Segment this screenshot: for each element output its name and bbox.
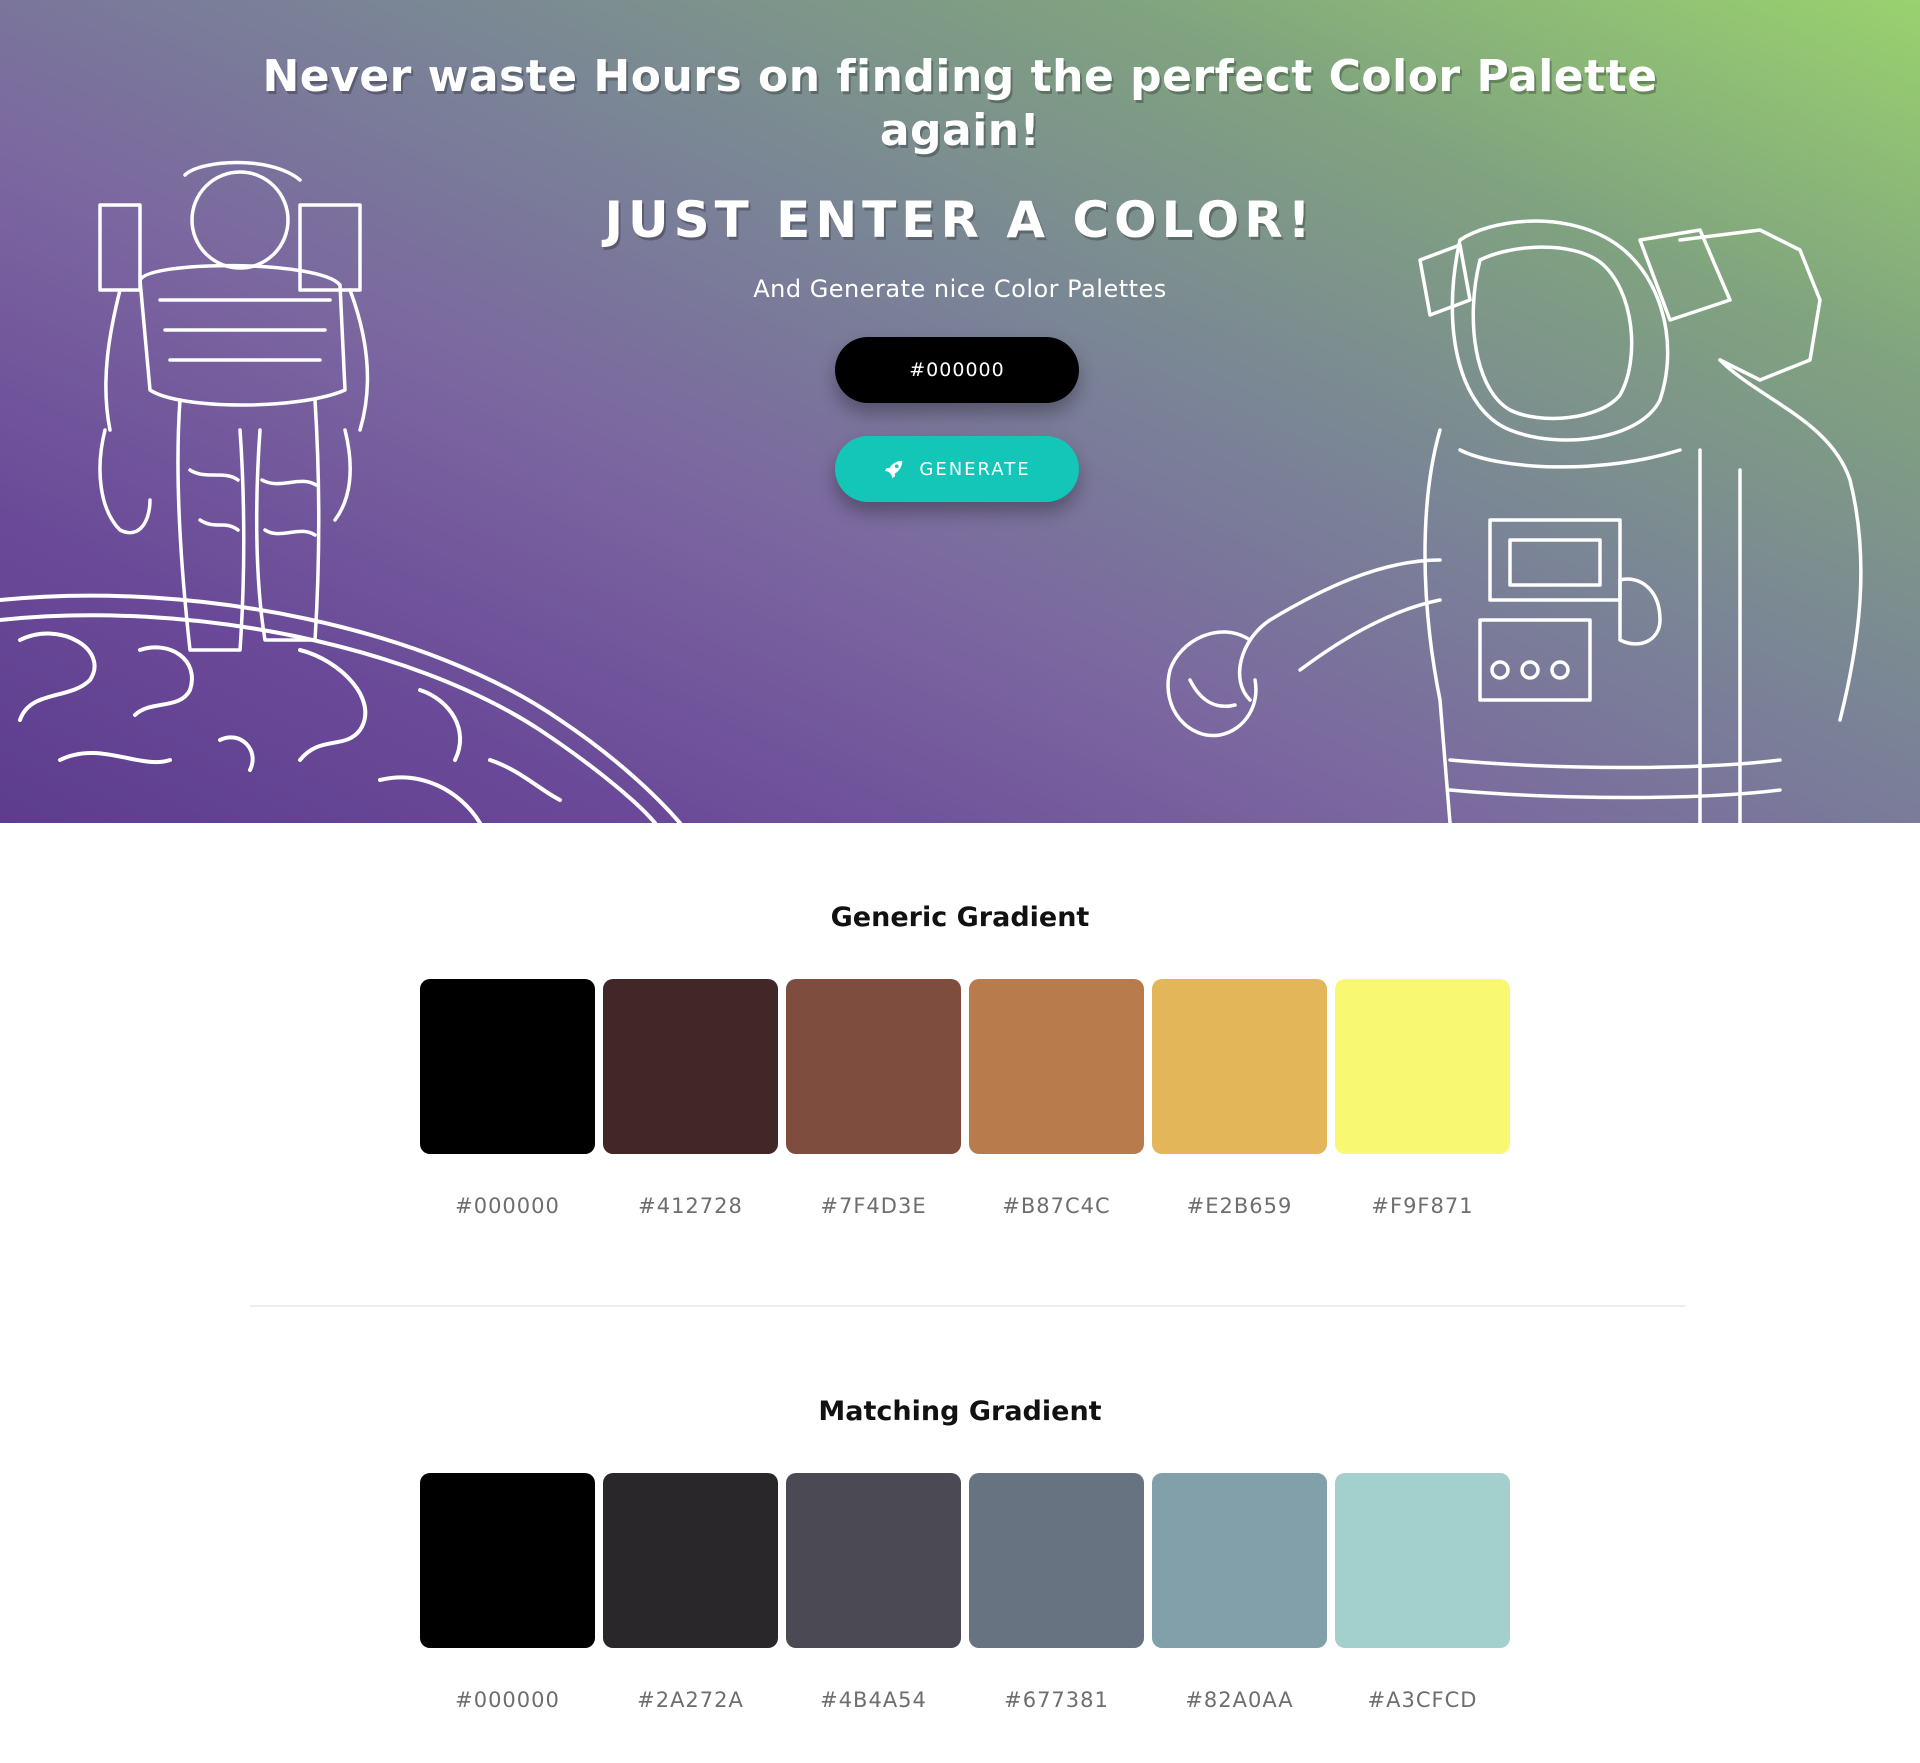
right-astronaut xyxy=(1166,219,1863,823)
generic-swatch[interactable] xyxy=(1335,979,1510,1154)
generic-swatch-label[interactable]: #E2B659 xyxy=(1152,1193,1327,1219)
matching-swatch[interactable] xyxy=(786,1473,961,1648)
generic-gradient-title: Generic Gradient xyxy=(830,902,1090,933)
matching-swatch-label[interactable]: #677381 xyxy=(969,1687,1144,1713)
matching-swatch-label[interactable]: #A3CFCD xyxy=(1335,1687,1510,1713)
matching-swatch-label[interactable]: #4B4A54 xyxy=(786,1687,961,1713)
matching-swatch-label[interactable]: #000000 xyxy=(420,1687,595,1713)
matching-gradient-title: Matching Gradient xyxy=(818,1396,1102,1427)
page-headline: Never waste Hours on finding the perfect… xyxy=(262,51,1658,156)
generic-swatch-label[interactable]: #7F4D3E xyxy=(786,1193,961,1219)
matching-swatch[interactable] xyxy=(1152,1473,1327,1648)
generate-button[interactable]: GENERATE xyxy=(835,436,1079,502)
matching-swatch[interactable] xyxy=(969,1473,1144,1648)
matching-swatch[interactable] xyxy=(1335,1473,1510,1648)
generic-swatch[interactable] xyxy=(603,979,778,1154)
generate-button-label: GENERATE xyxy=(919,458,1031,480)
generic-swatch[interactable] xyxy=(420,979,595,1154)
generic-swatch[interactable] xyxy=(786,979,961,1154)
matching-swatch[interactable] xyxy=(420,1473,595,1648)
page-tagline: And Generate nice Color Palettes xyxy=(753,275,1167,303)
section-divider xyxy=(250,1305,1685,1307)
planet-illustration xyxy=(0,593,682,823)
generic-swatch-label[interactable]: #B87C4C xyxy=(969,1193,1144,1219)
matching-swatch[interactable] xyxy=(603,1473,778,1648)
generic-swatch[interactable] xyxy=(969,979,1144,1154)
matching-swatch-label[interactable]: #2A272A xyxy=(603,1687,778,1713)
page-subheadline: JUST ENTER A COLOR! xyxy=(604,191,1316,249)
generic-swatch-label[interactable]: #F9F871 xyxy=(1335,1193,1510,1219)
generic-swatch[interactable] xyxy=(1152,979,1327,1154)
generic-swatch-label[interactable]: #000000 xyxy=(420,1193,595,1219)
hero-banner: Never waste Hours on finding the perfect… xyxy=(0,0,1920,823)
color-input[interactable] xyxy=(835,337,1079,403)
generic-swatch-label[interactable]: #412728 xyxy=(603,1193,778,1219)
matching-swatch-label[interactable]: #82A0AA xyxy=(1152,1687,1327,1713)
rocket-icon xyxy=(885,460,903,479)
